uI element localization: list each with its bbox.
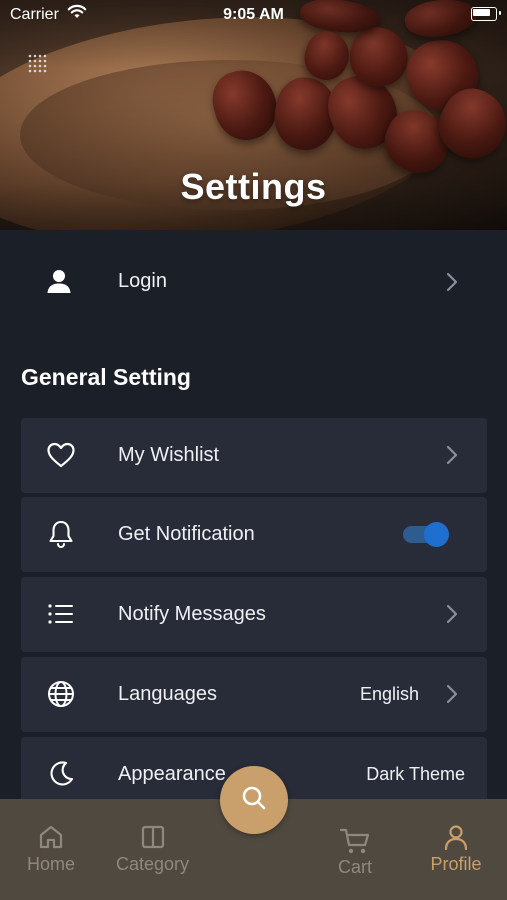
moon-icon — [45, 758, 77, 790]
chevron-right-icon — [445, 603, 459, 625]
chevron-right-icon — [445, 444, 459, 466]
battery-icon — [471, 7, 501, 21]
bell-icon — [45, 518, 77, 550]
login-label: Login — [118, 270, 167, 292]
home-icon — [37, 823, 65, 856]
notification-toggle[interactable] — [403, 522, 451, 547]
settings-item-languages[interactable]: Languages English — [21, 657, 487, 732]
tab-label: Category — [115, 854, 190, 874]
list-icon — [45, 598, 77, 630]
settings-item-notification[interactable]: Get Notification — [21, 497, 487, 572]
search-icon — [241, 785, 267, 816]
appearance-value: Dark Theme — [366, 764, 465, 784]
settings-item-notify-messages[interactable]: Notify Messages — [21, 577, 487, 652]
cart-icon — [339, 826, 371, 861]
search-button[interactable] — [220, 766, 288, 834]
profile-icon — [442, 823, 470, 856]
tab-home[interactable]: Home — [10, 799, 92, 900]
hero-banner: Settings — [0, 0, 507, 230]
dots-grid-icon[interactable] — [27, 53, 49, 80]
language-value: English — [359, 684, 419, 704]
settings-item-label: My Wishlist — [118, 444, 220, 466]
heart-icon — [45, 439, 77, 471]
person-icon — [43, 265, 75, 297]
status-bar: Carrier 9:05 AM — [0, 0, 507, 30]
settings-item-label: Appearance — [118, 763, 226, 785]
tab-cart[interactable]: Cart — [315, 799, 395, 900]
settings-item-label: Get Notification — [118, 523, 255, 545]
page-title: Settings — [180, 166, 327, 207]
clock: 9:05 AM — [223, 6, 284, 23]
section-title-general-setting: General Setting — [21, 364, 191, 390]
tab-label: Profile — [430, 854, 482, 874]
settings-item-wishlist[interactable]: My Wishlist — [21, 418, 487, 493]
tab-category[interactable]: Category — [105, 799, 200, 900]
globe-icon — [45, 678, 77, 710]
login-row[interactable]: Login — [0, 245, 507, 317]
settings-item-label: Languages — [118, 683, 217, 705]
settings-item-label: Notify Messages — [118, 603, 266, 625]
chevron-right-icon — [445, 271, 459, 293]
tab-label: Home — [26, 854, 75, 874]
tab-label: Cart — [337, 857, 372, 877]
chevron-right-icon — [445, 683, 459, 705]
category-icon — [139, 823, 167, 856]
tab-profile[interactable]: Profile — [416, 799, 496, 900]
